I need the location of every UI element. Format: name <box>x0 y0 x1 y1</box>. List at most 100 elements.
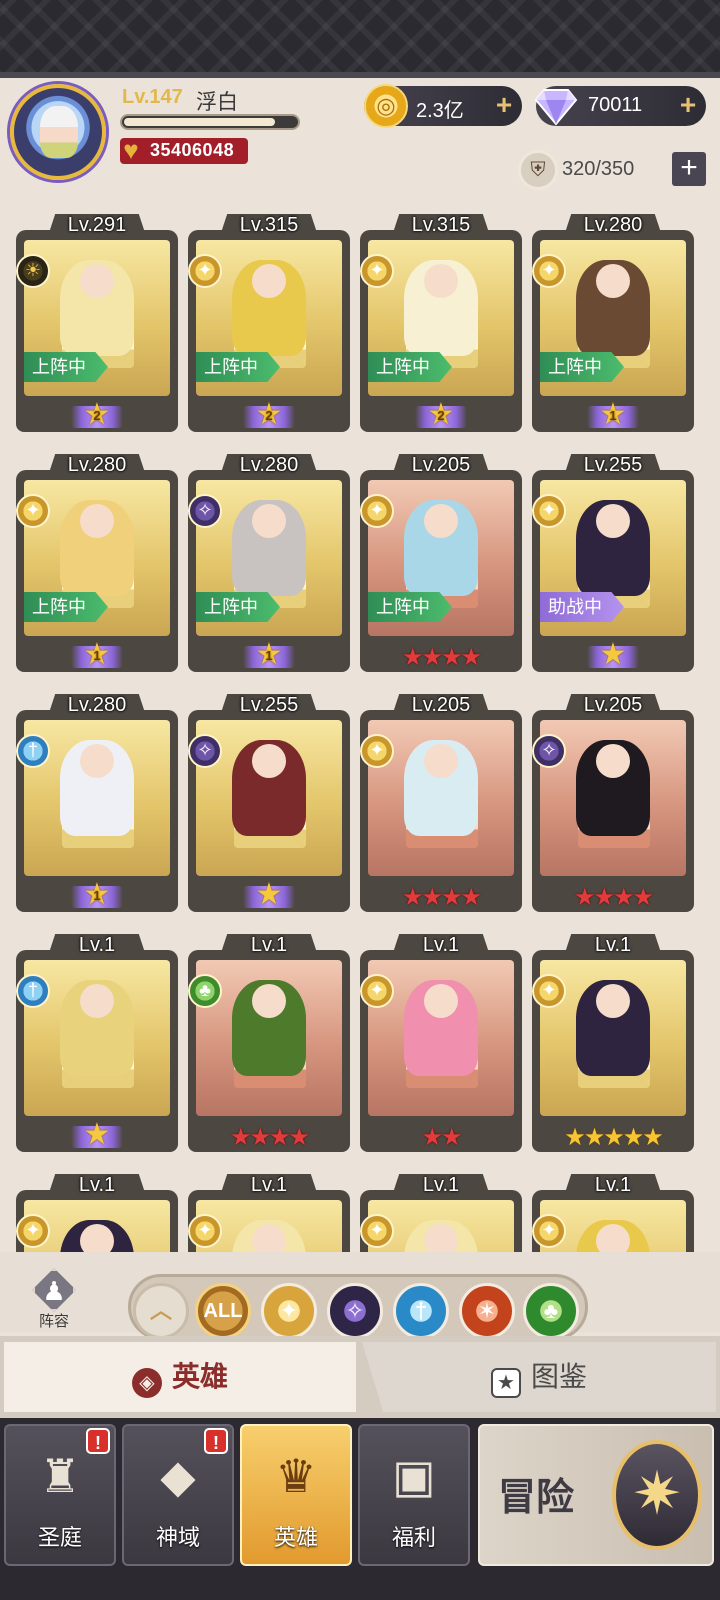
alert-badge-icon: ! <box>204 1428 228 1454</box>
hero-card[interactable]: Lv.1 ✦ <box>532 1170 694 1252</box>
lineup-button[interactable]: ♟ 阵容 <box>22 1268 86 1332</box>
hero-sprite <box>232 260 306 356</box>
hero-card[interactable]: Lv.255 ✦ 助战中 ★ <box>532 450 694 672</box>
hero-card[interactable]: Lv.1 ✦ ★★ <box>360 930 522 1152</box>
hero-level: Lv.280 <box>239 454 299 476</box>
horned-helmet-icon: ♛ <box>275 1450 317 1502</box>
sort-toggle-chevron-up-icon[interactable]: ︿ <box>133 1283 189 1339</box>
hero-rarity: ★ 2 <box>16 400 178 432</box>
filter-light-faction-icon[interactable]: ✦ <box>261 1283 317 1339</box>
add-gold-button[interactable]: + <box>492 91 516 119</box>
wing-star-number: 2 <box>93 408 101 423</box>
hero-card[interactable]: Lv.1 ✦ <box>188 1170 350 1252</box>
hero-rarity: ★ 1 <box>16 640 178 672</box>
winged-star-icon: ★ 1 <box>71 640 123 670</box>
hero-rarity: ★ 1 <box>188 640 350 672</box>
hero-card[interactable]: Lv.315 ✦ 上阵中 ★ 2 <box>360 210 522 432</box>
tab-heroes[interactable]: ◈ 英雄 <box>4 1342 356 1412</box>
nav-divine-label: 神域 <box>155 1525 200 1550</box>
hero-sprite <box>232 500 306 596</box>
wing-star-number: 2 <box>437 408 445 423</box>
expand-capacity-button[interactable]: + <box>672 152 706 186</box>
hero-capacity-value: 320/350 <box>562 158 635 180</box>
nav-welfare-label: 福利 <box>391 1525 436 1550</box>
faction-filter-rail: ︿ ALL ✦ ✧ † ✶ ♣ <box>128 1274 588 1340</box>
red-stars: ★★ <box>421 1124 462 1151</box>
adventure-button[interactable]: 冒险 ✷ <box>478 1424 714 1566</box>
hero-helmet-icon: ◈ <box>131 1368 162 1398</box>
filter-nature-faction-icon[interactable]: ♣ <box>523 1283 579 1339</box>
hero-sprite <box>404 500 478 596</box>
hero-sprite <box>232 740 306 836</box>
red-stars: ★★★★ <box>573 884 654 911</box>
hero-card[interactable]: Lv.291 ☀ 上阵中 ★ 2 <box>16 210 178 432</box>
hero-card[interactable]: Lv.1 ✦ <box>16 1170 178 1252</box>
hero-card[interactable]: Lv.205 ✦ ★★★★ <box>360 690 522 912</box>
star-icon: ★ 2 <box>83 398 111 431</box>
hero-card[interactable]: Lv.280 ✦ 上阵中 ★ 1 <box>532 210 694 432</box>
hero-card[interactable]: Lv.205 ✦ 上阵中 ★★★★ <box>360 450 522 672</box>
hero-sprite <box>576 260 650 356</box>
nav-sanctuary[interactable]: ♜ 圣庭 ! <box>4 1424 116 1566</box>
hero-card[interactable]: Lv.1 ♣ ★★★★ <box>188 930 350 1152</box>
wing-star-number: 1 <box>93 888 101 903</box>
nav-welfare[interactable]: ▣ 福利 <box>358 1424 470 1566</box>
combat-power-value: 35406048 <box>150 140 235 160</box>
light-faction-icon: ✦ <box>188 254 222 288</box>
hero-card[interactable]: Lv.280 ✦ 上阵中 ★ 1 <box>16 450 178 672</box>
hero-card[interactable]: Lv.315 ✦ 上阵中 ★ 2 <box>188 210 350 432</box>
hero-level: Lv.315 <box>411 214 471 236</box>
hero-level: Lv.1 <box>78 1174 116 1196</box>
diamond-value: 70011 <box>588 94 643 116</box>
nav-heroes[interactable]: ♛ 英雄 <box>240 1424 352 1566</box>
light-faction-icon: ✦ <box>360 254 394 288</box>
filter-bar: ♟ 阵容 ︿ ALL ✦ ✧ † ✶ ♣ <box>0 1252 720 1340</box>
tab-heroes-label: 英雄 <box>171 1361 228 1392</box>
light-faction-icon: ✦ <box>188 1214 222 1248</box>
dark-faction-icon: ✧ <box>532 734 566 768</box>
hero-sprite <box>60 740 134 836</box>
hero-card[interactable]: Lv.1 ✦ ★★★★★ <box>532 930 694 1152</box>
diamond-counter: 70011 + <box>534 86 706 126</box>
red-stars: ★★★★ <box>401 644 482 671</box>
avatar-portrait <box>40 106 78 158</box>
hero-card[interactable]: Lv.1 † ★ <box>16 930 178 1152</box>
tab-codex[interactable]: ★ 图鉴 <box>362 1342 716 1412</box>
light-faction-icon: ✦ <box>360 1214 394 1248</box>
hero-rarity: ★ 2 <box>360 400 522 432</box>
hero-sprite <box>60 260 134 356</box>
hero-sprite <box>576 500 650 596</box>
add-diamond-button[interactable]: + <box>676 91 700 119</box>
holy-faction-icon: † <box>16 974 50 1008</box>
player-avatar[interactable] <box>10 84 106 180</box>
filter-holy-faction-icon[interactable]: † <box>393 1283 449 1339</box>
hero-sprite <box>404 260 478 356</box>
hero-level: Lv.1 <box>422 934 460 956</box>
top-ornament-band <box>0 0 720 78</box>
hero-card[interactable]: Lv.255 ✧ ★ <box>188 690 350 912</box>
gold-stars: ★★★★★ <box>564 1124 664 1151</box>
hero-card[interactable]: Lv.1 ✦ <box>360 1170 522 1252</box>
hero-card[interactable]: Lv.205 ✧ ★★★★ <box>532 690 694 912</box>
wing-star-number: 1 <box>93 648 101 663</box>
hero-sprite <box>576 980 650 1076</box>
tab-codex-label: 图鉴 <box>530 1361 587 1392</box>
alert-badge-icon: ! <box>86 1428 110 1454</box>
hero-card[interactable]: Lv.280 ✧ 上阵中 ★ 1 <box>188 450 350 672</box>
lineup-label: 阵容 <box>38 1313 69 1330</box>
hero-rarity: ★★★★ <box>360 884 522 912</box>
filter-beast-faction-icon[interactable]: ✶ <box>459 1283 515 1339</box>
star-icon: ★ 2 <box>255 398 283 431</box>
hero-helmet-icon: ⛨ <box>518 150 558 190</box>
player-name: 浮白 <box>196 91 238 114</box>
light-faction-icon: ✦ <box>532 1214 566 1248</box>
nav-divine[interactable]: ◆ 神域 ! <box>122 1424 234 1566</box>
filter-all-button[interactable]: ALL <box>195 1283 251 1339</box>
gold-counter: ◎ 2.3亿 + <box>364 84 522 128</box>
star-icon: ★ 2 <box>427 398 455 431</box>
xp-bar-fill <box>124 118 275 126</box>
hero-level: Lv.255 <box>583 454 643 476</box>
filter-dark-faction-icon[interactable]: ✧ <box>327 1283 383 1339</box>
hero-level: Lv.255 <box>239 694 299 716</box>
hero-card[interactable]: Lv.280 † ★ 1 <box>16 690 178 912</box>
